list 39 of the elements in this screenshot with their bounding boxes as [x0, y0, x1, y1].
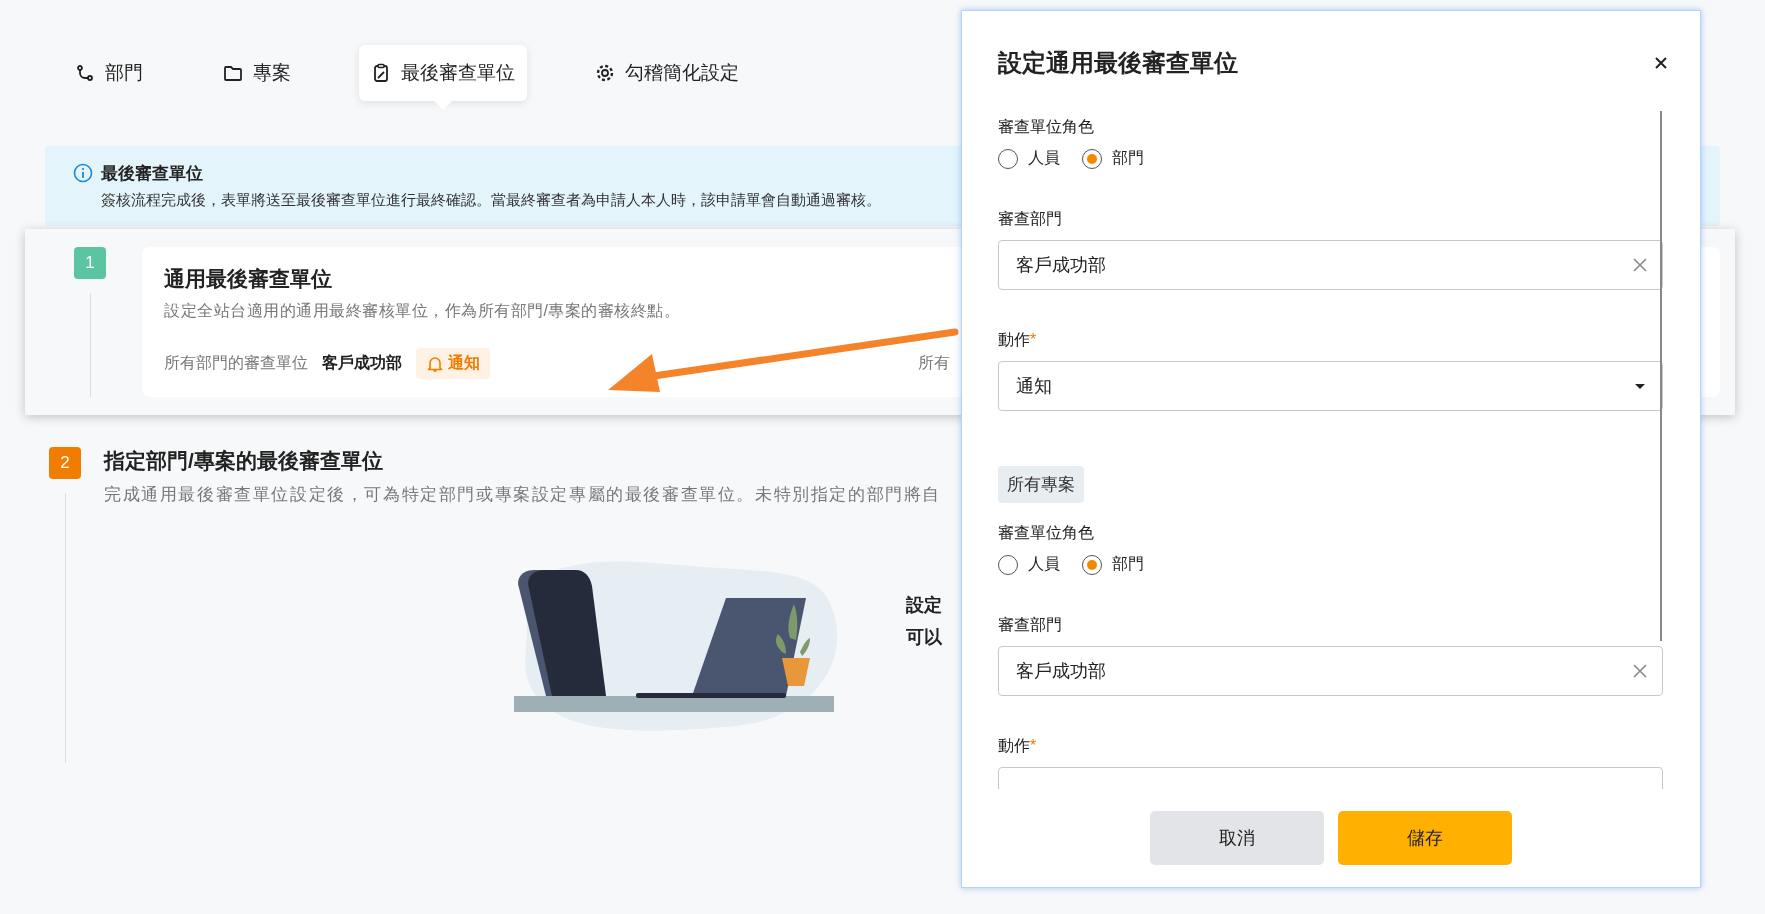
field-label: 動作* [998, 330, 1038, 350]
field-value: 客戶成功部 [1016, 660, 1106, 683]
section-tag: 所有專案 [998, 466, 1084, 503]
text-field[interactable]: 客戶成功部 [998, 240, 1663, 290]
field-label: 審查部門 [998, 209, 1063, 229]
empty-state-text: 可以 [906, 626, 942, 649]
step-description: 設定全站台適用的通用最終審核單位，作為所有部門/專案的審核終點。 [164, 301, 681, 321]
banner-title: 最後審查單位 [101, 163, 204, 185]
field-value: 客戶成功部 [1016, 254, 1106, 277]
radio-option[interactable]: 部門 [1082, 554, 1144, 575]
field-label: 審查單位角色 [998, 523, 1095, 543]
radio-option[interactable]: 部門 [1082, 148, 1144, 169]
empty-state-text: 設定 [906, 594, 942, 617]
step-badge: 1 [74, 247, 106, 279]
assignment-label: 所有部門的審查單位 [164, 353, 308, 373]
action-label: 通知 [448, 353, 480, 373]
assignment-label: 所有 [918, 353, 950, 373]
field-label: 審查部門 [998, 615, 1063, 635]
field-value: 通知 [1016, 375, 1052, 398]
field-label: 動作* [998, 736, 1038, 756]
tab[interactable]: 專案 [211, 45, 303, 101]
step-title: 指定部門/專案的最後審查單位 [104, 448, 383, 474]
select-field[interactable]: 通知 [998, 361, 1663, 411]
required-mark: * [1030, 737, 1037, 754]
cancel-button[interactable]: 取消 [1150, 811, 1324, 865]
step-badge: 2 [49, 447, 81, 479]
step-title: 通用最後審查單位 [164, 266, 332, 292]
text-field[interactable]: 客戶成功部 [998, 646, 1663, 696]
required-mark: * [1030, 331, 1037, 348]
tab[interactable]: 勾稽簡化設定 [583, 45, 751, 101]
assignment-value: 客戶成功部 [322, 353, 402, 373]
radio-option[interactable]: 人員 [998, 554, 1060, 575]
banner-text: 簽核流程完成後，表單將送至最後審查單位進行最終確認。當最終審查者為申請人本人時，該申請單會自動通過審核。 [101, 191, 881, 210]
step-description: 完成通用最後審查單位設定後，可為特定部門或專案設定專屬的最後審查單位。未特別指定的部門將自 [104, 484, 941, 506]
dialog-title: 設定通用最後審查單位 [998, 48, 1238, 78]
radio-option[interactable]: 人員 [998, 148, 1060, 169]
tab[interactable]: 部門 [63, 45, 155, 101]
save-button[interactable]: 儲存 [1338, 811, 1512, 865]
field-label: 審查單位角色 [998, 117, 1095, 137]
